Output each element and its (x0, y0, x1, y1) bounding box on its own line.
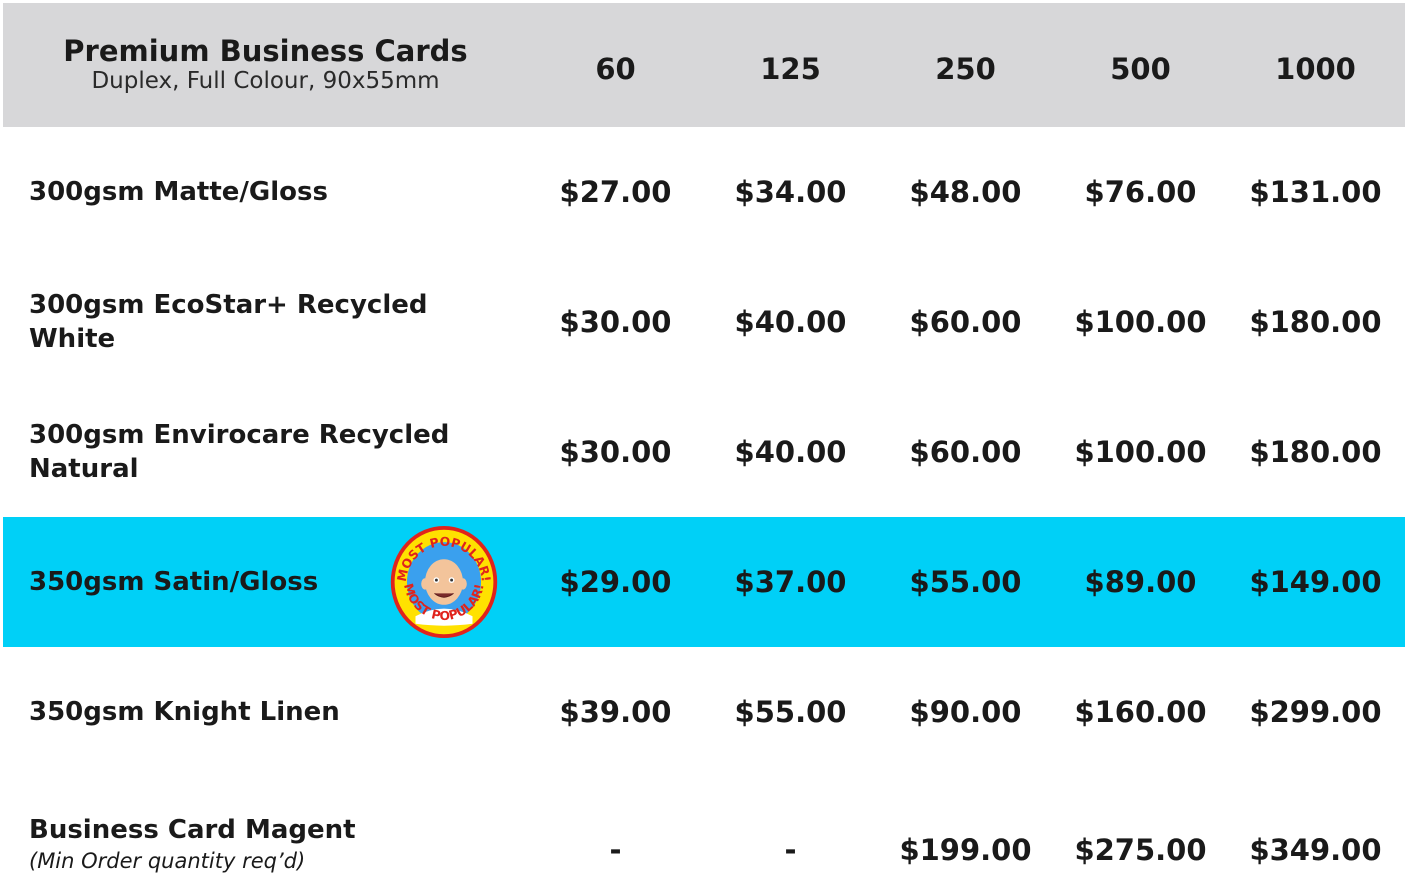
product-name: 350gsm Knight Linen (29, 696, 340, 727)
price-cell: - (609, 833, 622, 867)
price-cell: $40.00 (734, 435, 847, 469)
table-row-highlighted: 350gsm Satin/Gloss MOST POPULAR! MOST PO… (3, 517, 1405, 647)
price-cell: $30.00 (559, 435, 672, 469)
product-name: Business Card Magent (29, 815, 356, 846)
table-subtitle: Duplex, Full Colour, 90x55mm (91, 67, 440, 94)
qty-header-500: 500 (1110, 52, 1171, 86)
price-cell: $60.00 (909, 435, 1022, 469)
header-title-cell: Premium Business Cards Duplex, Full Colo… (3, 33, 528, 96)
table-row: Business Card Magent (Min Order quantity… (3, 777, 1405, 881)
table-title: Premium Business Cards (63, 33, 468, 68)
price-cell: - (784, 833, 797, 867)
qty-header-60: 60 (595, 52, 636, 86)
row-label: 350gsm Knight Linen (3, 695, 528, 729)
qty-header-125: 125 (760, 52, 821, 86)
table-header: Premium Business Cards Duplex, Full Colo… (3, 3, 1405, 127)
price-cell: $180.00 (1249, 435, 1382, 469)
price-cell: $48.00 (909, 175, 1022, 209)
price-cell: $275.00 (1074, 833, 1207, 867)
price-cell: $89.00 (1084, 565, 1197, 599)
price-cell: $100.00 (1074, 435, 1207, 469)
price-cell: $90.00 (909, 695, 1022, 729)
price-cell: $55.00 (909, 565, 1022, 599)
price-cell: $131.00 (1249, 175, 1382, 209)
price-cell: $60.00 (909, 305, 1022, 339)
price-cell: $299.00 (1249, 695, 1382, 729)
price-cell: $199.00 (899, 833, 1032, 867)
row-label: 300gsm Matte/Gloss (3, 175, 528, 209)
price-cell: $40.00 (734, 305, 847, 339)
price-cell: $100.00 (1074, 305, 1207, 339)
table-row: 300gsm EcoStar+ Recycled White $30.00 $4… (3, 257, 1405, 387)
pricing-table: Premium Business Cards Duplex, Full Colo… (0, 0, 1405, 881)
table-row: 350gsm Knight Linen $39.00 $55.00 $90.00… (3, 647, 1405, 777)
price-cell: $27.00 (559, 175, 672, 209)
row-label: 300gsm Envirocare Recycled Natural (3, 418, 528, 487)
row-label: Business Card Magent (Min Order quantity… (3, 813, 528, 875)
most-popular-badge: MOST POPULAR! MOST POPULAR! (390, 525, 498, 639)
product-name: 300gsm Envirocare Recycled Natural (29, 419, 450, 484)
price-cell: $180.00 (1249, 305, 1382, 339)
product-note: (Min Order quantity req’d) (29, 848, 306, 873)
product-name: 350gsm Satin/Gloss (29, 566, 319, 597)
qty-header-250: 250 (935, 52, 996, 86)
price-cell: $30.00 (559, 305, 672, 339)
product-name: 300gsm EcoStar+ Recycled White (29, 289, 428, 354)
table-row: 300gsm Matte/Gloss $27.00 $34.00 $48.00 … (3, 127, 1405, 257)
price-cell: $55.00 (734, 695, 847, 729)
price-cell: $34.00 (734, 175, 847, 209)
product-name: 300gsm Matte/Gloss (29, 176, 328, 207)
price-cell: $29.00 (559, 565, 672, 599)
price-cell: $39.00 (559, 695, 672, 729)
price-cell: $349.00 (1249, 833, 1382, 867)
price-cell: $160.00 (1074, 695, 1207, 729)
price-cell: $149.00 (1249, 565, 1382, 599)
price-cell: $37.00 (734, 565, 847, 599)
qty-header-1000: 1000 (1275, 52, 1356, 86)
row-label: 350gsm Satin/Gloss MOST POPULAR! MOST PO… (3, 525, 528, 639)
price-cell: $76.00 (1084, 175, 1197, 209)
row-label: 300gsm EcoStar+ Recycled White (3, 288, 528, 357)
table-row: 300gsm Envirocare Recycled Natural $30.0… (3, 387, 1405, 517)
